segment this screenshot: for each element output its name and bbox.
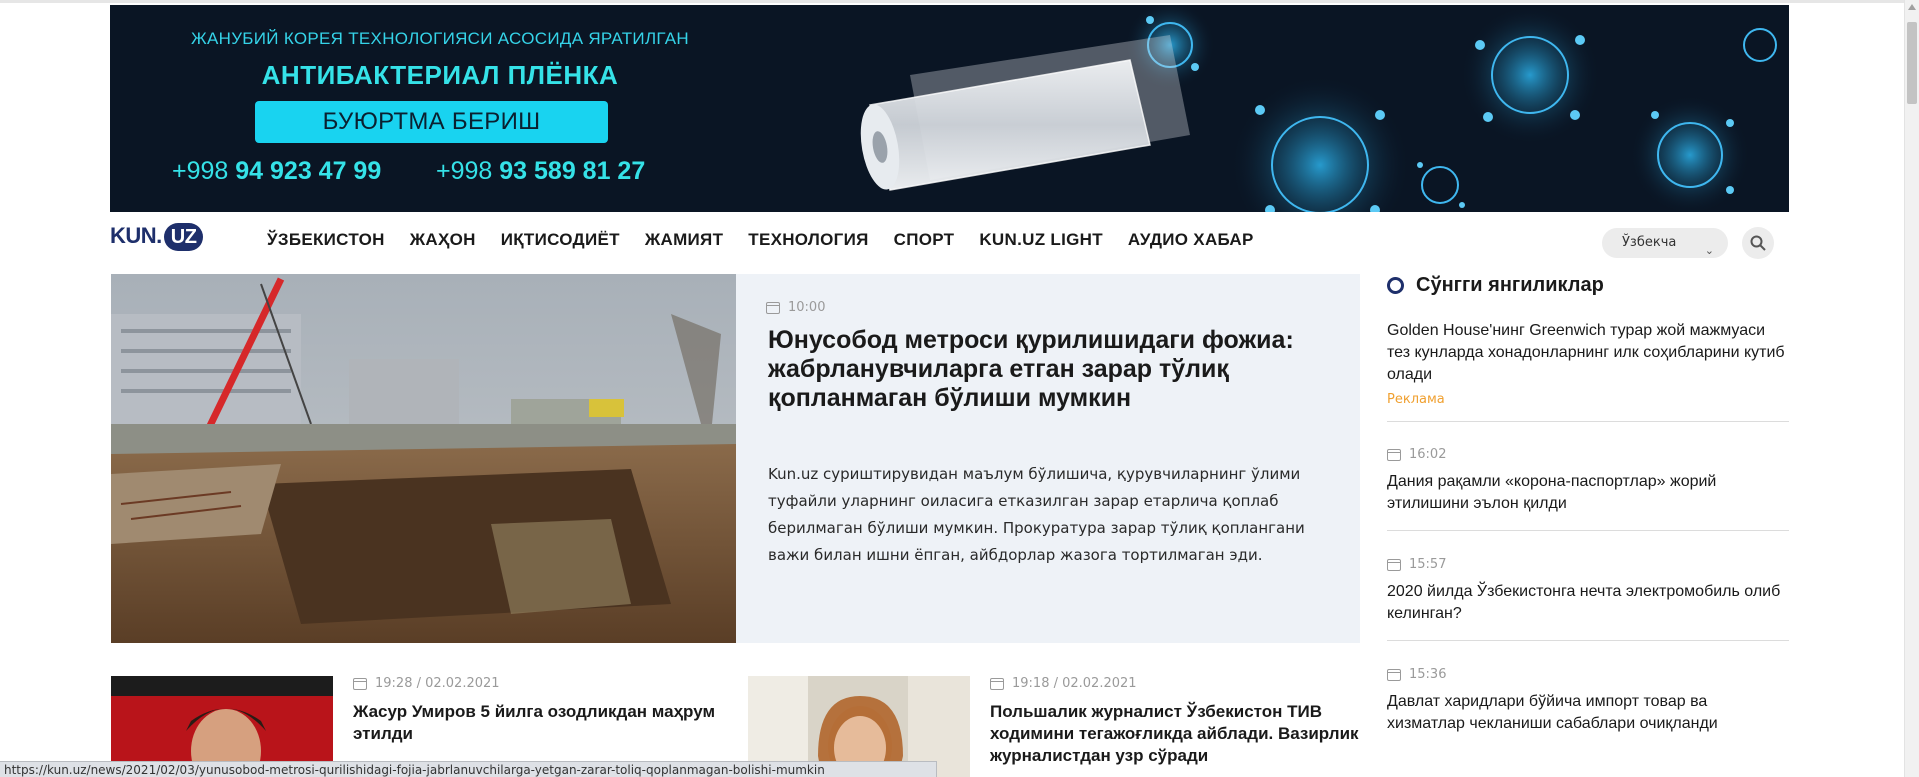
news-item-title[interactable]: Давлат харидлари бўйича импорт товар ва … (1387, 691, 1789, 735)
nav-item-sport[interactable]: СПОРТ (894, 230, 955, 250)
hero-image[interactable] (111, 274, 736, 643)
phone-prefix: +998 (172, 157, 229, 185)
ad-banner[interactable]: ЖАНУБИЙ КОРЕЯ ТЕХНОЛОГИЯСИ АСОСИДА ЯРАТИ… (110, 5, 1789, 212)
main-nav: ЎЗБЕКИСТОН ЖАҲОН ИҚТИСОДИЁТ ЖАМИЯТ ТЕХНО… (267, 230, 1279, 250)
browser-top-line (0, 0, 1919, 3)
news-list-item[interactable]: 15:57 2020 йилда Ўзбекистонга нечта элек… (1387, 557, 1789, 641)
news-item-time: 15:36 (1387, 667, 1789, 682)
phone-number: 94 923 47 99 (235, 157, 382, 185)
site-logo[interactable]: KUN. UZ (110, 223, 204, 253)
nav-item-audio-news[interactable]: АУДИО ХАБАР (1128, 230, 1254, 250)
calendar-icon (990, 677, 1004, 690)
nav-item-world[interactable]: ЖАҲОН (410, 230, 476, 250)
news-item-title[interactable]: Дания рақамли «корона-паспортлар» жорий … (1387, 471, 1789, 515)
latest-news-header: Сўнгги янгиликлар (1387, 274, 1604, 297)
calendar-icon (1387, 448, 1401, 461)
search-button[interactable] (1742, 227, 1774, 259)
news-item-time-value: 16:02 (1409, 447, 1447, 462)
hero-time: 10:00 (766, 300, 825, 315)
news-item-time-value: 15:36 (1409, 667, 1447, 682)
news-list-item[interactable]: 16:02 Дания рақамли «корона-паспортлар» … (1387, 447, 1789, 531)
calendar-icon (766, 301, 780, 314)
page-scrollbar[interactable] (1904, 0, 1919, 777)
hero-article-panel[interactable]: 10:00 Юнусобод метроси қурилишидаги фожи… (736, 274, 1360, 643)
card-time: 19:28 / 02.02.2021 (353, 676, 500, 691)
phone-prefix: +998 (436, 157, 493, 185)
phone-number: 93 589 81 27 (499, 157, 646, 185)
news-item-time-value: 15:57 (1409, 557, 1447, 572)
scrollbar-thumb[interactable] (1907, 22, 1917, 104)
language-value: Ўзбекча (1622, 235, 1677, 250)
banner-phone-2: +998 93 589 81 27 (436, 157, 645, 186)
chevron-down-icon: ⌄ (1704, 244, 1714, 257)
banner-order-button[interactable]: БУЮРТМА БЕРИШ (255, 101, 608, 143)
language-select[interactable]: Ўзбекча ⌄ (1602, 228, 1728, 258)
nav-item-uzbekistan[interactable]: ЎЗБЕКИСТОН (267, 230, 385, 250)
news-item-time: 16:02 (1387, 447, 1789, 462)
news-item-time: 15:57 (1387, 557, 1789, 572)
hero-summary: Kun.uz суриштирувидан маълум бўлишича, қ… (768, 465, 1305, 564)
calendar-icon (1387, 558, 1401, 571)
banner-title: АНТИБАКТЕРИАЛ ПЛЁНКА (261, 60, 619, 90)
banner-subtitle: ЖАНУБИЙ КОРЕЯ ТЕХНОЛОГИЯСИ АСОСИДА ЯРАТИ… (190, 29, 689, 48)
news-item-title[interactable]: 2020 йилда Ўзбекистонга нечта электромоб… (1387, 581, 1789, 625)
card-time-value: 19:28 / 02.02.2021 (375, 676, 500, 691)
nav-item-society[interactable]: ЖАМИЯТ (645, 230, 723, 250)
scroll-up-icon[interactable] (1908, 4, 1916, 10)
banner-phone-1: +998 94 923 47 99 (172, 157, 381, 186)
hero-time-value: 10:00 (788, 300, 826, 315)
calendar-icon (353, 677, 367, 690)
logo-badge: UZ (163, 223, 204, 251)
hero-headline[interactable]: Юнусобод метроси қурилишидаги фожиа: жаб… (768, 326, 1328, 413)
card-time: 19:18 / 02.02.2021 (990, 676, 1137, 691)
nav-item-kunuz-light[interactable]: KUN.UZ LIGHT (979, 230, 1103, 250)
calendar-icon (1387, 668, 1401, 681)
latest-news-title: Сўнгги янгиликлар (1416, 274, 1604, 296)
search-icon (1750, 235, 1766, 251)
circle-icon (1387, 277, 1404, 294)
news-list-item[interactable]: Golden House'нинг Greenwich турар жой ма… (1387, 320, 1789, 422)
nav-item-economy[interactable]: ИҚТИСОДИЁТ (501, 230, 620, 250)
news-item-title[interactable]: Golden House'нинг Greenwich турар жой ма… (1387, 320, 1789, 386)
logo-text: KUN. (110, 223, 162, 248)
nav-item-technology[interactable]: ТЕХНОЛОГИЯ (748, 230, 868, 250)
ad-tag: Реклама (1387, 392, 1445, 407)
news-list-item[interactable]: 15:36 Давлат харидлари бўйича импорт тов… (1387, 667, 1789, 735)
card-time-value: 19:18 / 02.02.2021 (1012, 676, 1137, 691)
card-headline[interactable]: Польшалик журналист Ўзбекистон ТИВ ходим… (990, 701, 1365, 767)
status-url-bar: https://kun.uz/news/2021/02/03/yunusobod… (0, 761, 937, 777)
card-headline[interactable]: Жасур Умиров 5 йилга озодликдан маҳрум э… (353, 701, 728, 745)
